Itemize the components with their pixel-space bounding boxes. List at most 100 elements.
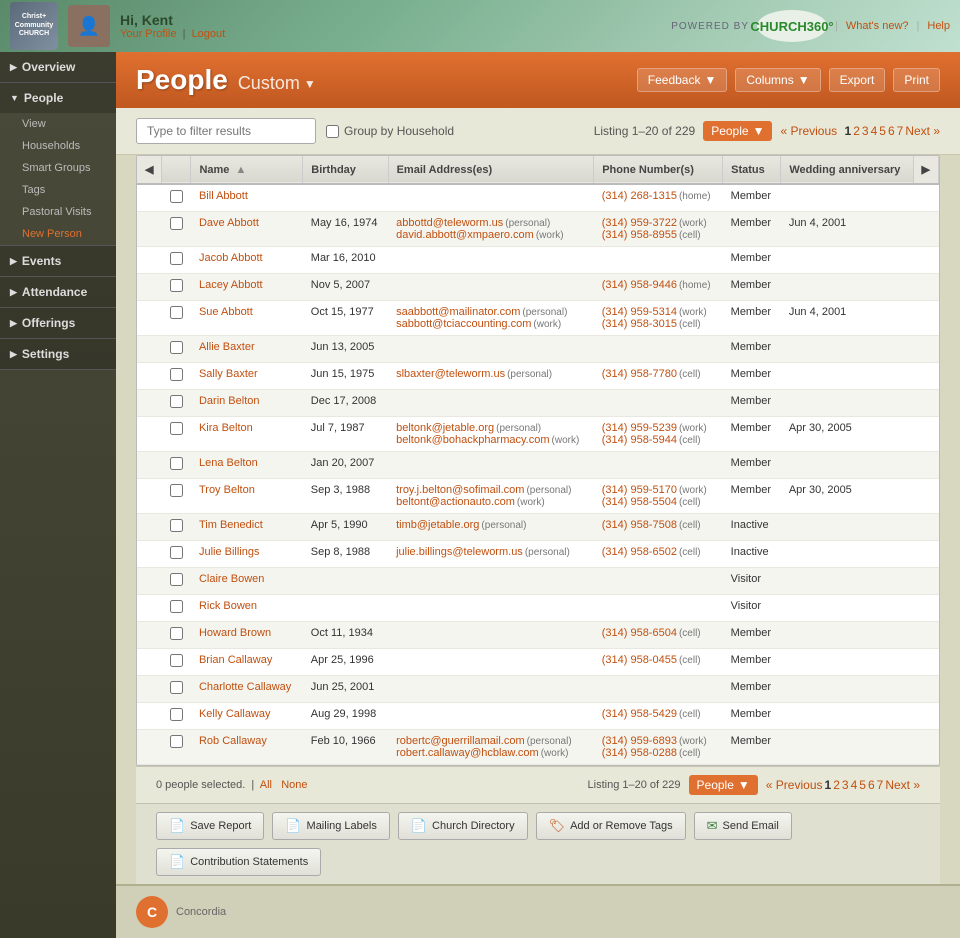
row-checkbox[interactable]	[170, 279, 183, 292]
page-3-top[interactable]: 3	[862, 124, 869, 138]
next-link-bottom[interactable]: Next »	[885, 778, 920, 792]
person-name-link[interactable]: Sue Abbott	[199, 306, 253, 318]
page-2-bottom[interactable]: 2	[833, 778, 840, 792]
person-name-link[interactable]: Dave Abbott	[199, 217, 259, 229]
sidebar-item-attendance[interactable]: ▶ Attendance	[0, 277, 116, 307]
page-5-top[interactable]: 5	[879, 124, 886, 138]
row-checkbox[interactable]	[170, 735, 183, 748]
person-name-link[interactable]: Howard Brown	[199, 627, 271, 639]
email-link[interactable]: sabbott@tciaccounting.com	[396, 318, 531, 330]
page-4-bottom[interactable]: 4	[851, 778, 858, 792]
person-name-link[interactable]: Bill Abbott	[199, 190, 248, 202]
custom-dropdown[interactable]: Custom ▼	[238, 73, 316, 94]
email-link[interactable]: david.abbott@xmpaero.com	[396, 229, 534, 241]
filter-input[interactable]	[136, 118, 316, 144]
select-none-link[interactable]: None	[281, 779, 307, 791]
person-name-link[interactable]: Tim Benedict	[199, 519, 263, 531]
sidebar-item-people[interactable]: ▼ People	[0, 83, 116, 113]
add-remove-tags-button[interactable]: 🏷 Add or Remove Tags	[536, 812, 686, 840]
row-checkbox[interactable]	[170, 627, 183, 640]
row-checkbox[interactable]	[170, 422, 183, 435]
contribution-statements-button[interactable]: 📄 Contribution Statements	[156, 848, 321, 876]
next-col-btn[interactable]: ▶	[913, 156, 938, 184]
page-2-top[interactable]: 2	[853, 124, 860, 138]
person-name-link[interactable]: Rob Callaway	[199, 735, 267, 747]
church-directory-button[interactable]: 📄 Church Directory	[398, 812, 528, 840]
row-checkbox[interactable]	[170, 457, 183, 470]
row-checkbox[interactable]	[170, 546, 183, 559]
sidebar-item-tags[interactable]: Tags	[12, 179, 116, 201]
page-4-top[interactable]: 4	[871, 124, 878, 138]
page-7-bottom[interactable]: 7	[877, 778, 884, 792]
row-checkbox[interactable]	[170, 654, 183, 667]
row-checkbox[interactable]	[170, 395, 183, 408]
person-name-link[interactable]: Troy Belton	[199, 484, 255, 496]
sidebar-item-new-person[interactable]: New Person	[12, 223, 116, 245]
row-checkbox[interactable]	[170, 519, 183, 532]
prev-link-top[interactable]: « Previous	[780, 124, 837, 138]
email-link[interactable]: timb@jetable.org	[396, 519, 479, 531]
email-link[interactable]: saabbott@mailinator.com	[396, 306, 520, 318]
whats-new-link[interactable]: What's new?	[846, 20, 909, 32]
person-name-link[interactable]: Allie Baxter	[199, 341, 255, 353]
person-name-link[interactable]: Claire Bowen	[199, 573, 264, 585]
group-by-household-checkbox[interactable]	[326, 125, 339, 138]
email-link[interactable]: julie.billings@teleworm.us	[396, 546, 523, 558]
page-6-top[interactable]: 6	[888, 124, 895, 138]
email-link[interactable]: troy.j.belton@sofimail.com	[396, 484, 524, 496]
email-link[interactable]: robert.callaway@hcblaw.com	[396, 747, 539, 759]
row-checkbox[interactable]	[170, 573, 183, 586]
mailing-labels-button[interactable]: 📄 Mailing Labels	[272, 812, 390, 840]
row-checkbox[interactable]	[170, 306, 183, 319]
row-checkbox[interactable]	[170, 252, 183, 265]
prev-link-bottom[interactable]: « Previous	[766, 778, 823, 792]
sidebar-item-settings[interactable]: ▶ Settings	[0, 339, 116, 369]
person-name-link[interactable]: Rick Bowen	[199, 600, 257, 612]
person-name-link[interactable]: Brian Callaway	[199, 654, 272, 666]
prev-col-btn[interactable]: ◀	[137, 156, 162, 184]
page-5-bottom[interactable]: 5	[859, 778, 866, 792]
your-profile-link[interactable]: Your Profile	[120, 28, 176, 40]
send-email-button[interactable]: ✉ Send Email	[694, 812, 792, 840]
person-name-link[interactable]: Lacey Abbott	[199, 279, 263, 291]
row-checkbox[interactable]	[170, 217, 183, 230]
person-name-link[interactable]: Sally Baxter	[199, 368, 258, 380]
export-button[interactable]: Export	[829, 68, 886, 92]
page-3-bottom[interactable]: 3	[842, 778, 849, 792]
email-link[interactable]: robertc@guerrillamail.com	[396, 735, 525, 747]
page-7-top[interactable]: 7	[897, 124, 904, 138]
logout-link[interactable]: Logout	[192, 28, 226, 40]
sidebar-item-events[interactable]: ▶ Events	[0, 246, 116, 276]
email-link[interactable]: beltonk@bohackpharmacy.com	[396, 434, 549, 446]
person-name-link[interactable]: Darin Belton	[199, 395, 260, 407]
sidebar-item-smart-groups[interactable]: Smart Groups	[12, 157, 116, 179]
row-checkbox[interactable]	[170, 368, 183, 381]
row-checkbox[interactable]	[170, 190, 183, 203]
row-checkbox[interactable]	[170, 708, 183, 721]
col-name[interactable]: Name ▲	[191, 156, 303, 184]
person-name-link[interactable]: Kira Belton	[199, 422, 253, 434]
row-checkbox[interactable]	[170, 484, 183, 497]
print-button[interactable]: Print	[893, 68, 940, 92]
people-filter-dropdown[interactable]: People ▼	[703, 121, 772, 141]
email-link[interactable]: beltont@actionauto.com	[396, 496, 515, 508]
save-report-button[interactable]: 📄 Save Report	[156, 812, 264, 840]
sidebar-item-households[interactable]: Households	[12, 135, 116, 157]
sidebar-item-overview[interactable]: ▶ Overview	[0, 52, 116, 82]
select-all-link[interactable]: All	[260, 779, 272, 791]
sidebar-item-offerings[interactable]: ▶ Offerings	[0, 308, 116, 338]
person-name-link[interactable]: Kelly Callaway	[199, 708, 271, 720]
person-name-link[interactable]: Lena Belton	[199, 457, 258, 469]
row-checkbox[interactable]	[170, 341, 183, 354]
next-link-top[interactable]: Next »	[905, 124, 940, 138]
email-link[interactable]: slbaxter@teleworm.us	[396, 368, 505, 380]
email-link[interactable]: beltonk@jetable.org	[396, 422, 494, 434]
help-link[interactable]: Help	[927, 20, 950, 32]
person-name-link[interactable]: Julie Billings	[199, 546, 260, 558]
page-1-top[interactable]: 1	[845, 124, 852, 138]
row-checkbox[interactable]	[170, 600, 183, 613]
sidebar-item-view[interactable]: View	[12, 113, 116, 135]
sidebar-item-pastoral-visits[interactable]: Pastoral Visits	[12, 201, 116, 223]
group-by-household-label[interactable]: Group by Household	[326, 124, 454, 138]
feedback-button[interactable]: Feedback ▼	[637, 68, 728, 92]
